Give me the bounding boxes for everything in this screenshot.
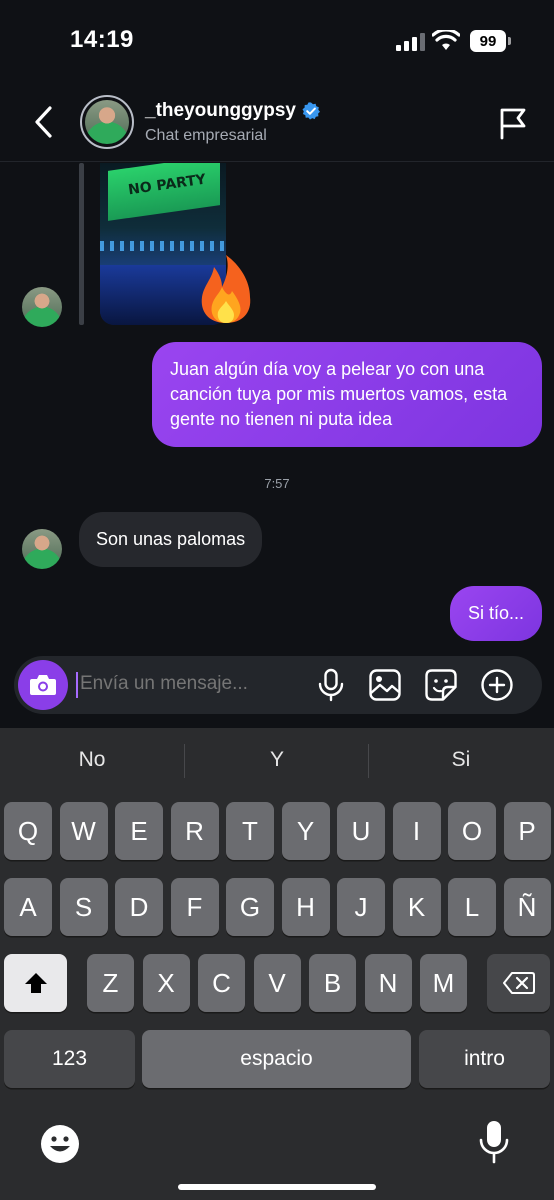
key-v[interactable]: V: [253, 954, 301, 1012]
delete-key[interactable]: [487, 954, 550, 1012]
camera-icon: [30, 675, 56, 695]
fire-emoji-icon: [201, 255, 251, 323]
profile-avatar[interactable]: [80, 95, 134, 149]
key-p[interactable]: P: [503, 802, 551, 860]
flag-icon[interactable]: [498, 106, 528, 140]
status-bar: 14:19 99: [0, 0, 554, 84]
chat-header: _theyounggypsy Chat empresarial: [0, 84, 554, 162]
signal-icon: [396, 33, 425, 51]
gallery-icon[interactable]: [368, 668, 402, 702]
text-caret: [76, 672, 78, 698]
received-message-bubble[interactable]: Son unas palomas: [79, 512, 263, 567]
username-row[interactable]: _theyounggypsy: [145, 100, 320, 122]
camera-button[interactable]: [18, 660, 68, 710]
key-h[interactable]: H: [281, 878, 330, 936]
wifi-icon: [432, 30, 460, 50]
numbers-key[interactable]: 123: [4, 1030, 135, 1088]
key-x[interactable]: X: [142, 954, 190, 1012]
suggestion-2[interactable]: Y: [185, 748, 369, 772]
status-time: 14:19: [70, 26, 134, 53]
chat-subtitle: Chat empresarial: [145, 127, 267, 144]
key-t[interactable]: T: [226, 802, 274, 860]
key-l[interactable]: L: [448, 878, 496, 936]
message-input[interactable]: [80, 673, 290, 695]
back-button[interactable]: [28, 104, 60, 140]
suggestion-bar: No Y Si: [0, 728, 554, 794]
key-enye[interactable]: Ñ: [503, 878, 551, 936]
sent-message-bubble[interactable]: Juan algún día voy a pelear yo con una c…: [152, 342, 542, 447]
sender-avatar[interactable]: [22, 287, 62, 327]
key-w[interactable]: W: [59, 802, 108, 860]
avatar-image: [85, 100, 129, 144]
backspace-icon: [502, 972, 535, 994]
verified-badge-icon: [302, 102, 320, 120]
message-list[interactable]: NO PARTY Juan algún día voy a pelear yo …: [0, 163, 554, 653]
message-composer: [14, 656, 542, 714]
suggestion-3[interactable]: Si: [369, 748, 553, 772]
username: _theyounggypsy: [145, 100, 296, 121]
message-timestamp: 7:57: [264, 476, 290, 491]
key-b[interactable]: B: [309, 954, 356, 1012]
shift-key[interactable]: [4, 954, 67, 1012]
sender-avatar[interactable]: [22, 529, 62, 569]
emoji-icon[interactable]: [40, 1124, 80, 1164]
image-lights: [100, 241, 226, 251]
key-m[interactable]: M: [420, 954, 467, 1012]
key-a[interactable]: A: [4, 878, 52, 936]
key-q[interactable]: Q: [4, 802, 52, 860]
key-c[interactable]: C: [198, 954, 245, 1012]
battery-tip: [508, 37, 511, 45]
key-o[interactable]: O: [448, 802, 496, 860]
battery-indicator: 99: [470, 30, 506, 52]
key-d[interactable]: D: [115, 878, 163, 936]
return-key[interactable]: intro: [419, 1030, 550, 1088]
suggestion-1[interactable]: No: [0, 748, 184, 772]
key-e[interactable]: E: [115, 802, 163, 860]
space-key[interactable]: espacio: [142, 1030, 411, 1088]
key-r[interactable]: R: [170, 802, 219, 860]
key-u[interactable]: U: [337, 802, 385, 860]
key-k[interactable]: K: [392, 878, 441, 936]
sent-message-bubble[interactable]: Si tío...: [449, 586, 542, 641]
plus-icon[interactable]: [480, 668, 514, 702]
key-f[interactable]: F: [170, 878, 219, 936]
shift-icon: [24, 973, 47, 993]
home-indicator[interactable]: [178, 1184, 376, 1190]
key-s[interactable]: S: [59, 878, 108, 936]
key-j[interactable]: J: [337, 878, 385, 936]
microphone-icon[interactable]: [314, 668, 348, 702]
key-i[interactable]: I: [392, 802, 441, 860]
key-n[interactable]: N: [364, 954, 412, 1012]
keyboard: No Y Si Q W E R T Y U I O P A S D F G H …: [0, 728, 554, 1200]
sticker-icon[interactable]: [424, 668, 458, 702]
dictation-mic-icon[interactable]: [478, 1120, 510, 1164]
key-z[interactable]: Z: [87, 954, 134, 1012]
reply-indicator: [79, 163, 84, 325]
key-y[interactable]: Y: [281, 802, 330, 860]
key-g[interactable]: G: [226, 878, 274, 936]
